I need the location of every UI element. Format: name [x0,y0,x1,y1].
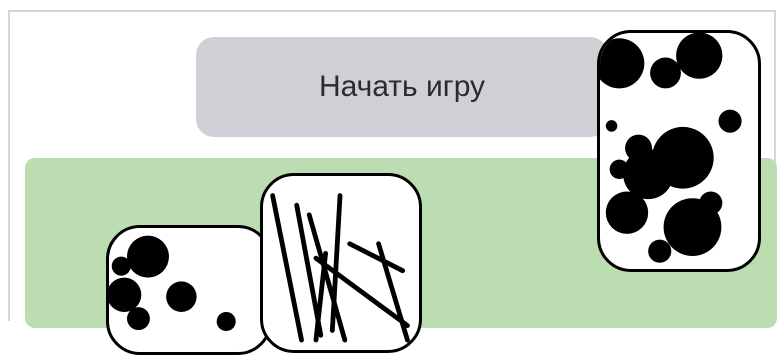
lines-pattern [270,193,410,343]
card-dots-2[interactable] [597,30,761,272]
dots-pattern [109,235,236,332]
dots-pattern [600,33,742,263]
card-lines[interactable] [260,173,422,353]
card-dots-1[interactable] [106,225,272,355]
start-game-button[interactable]: Начать игру [196,37,608,137]
